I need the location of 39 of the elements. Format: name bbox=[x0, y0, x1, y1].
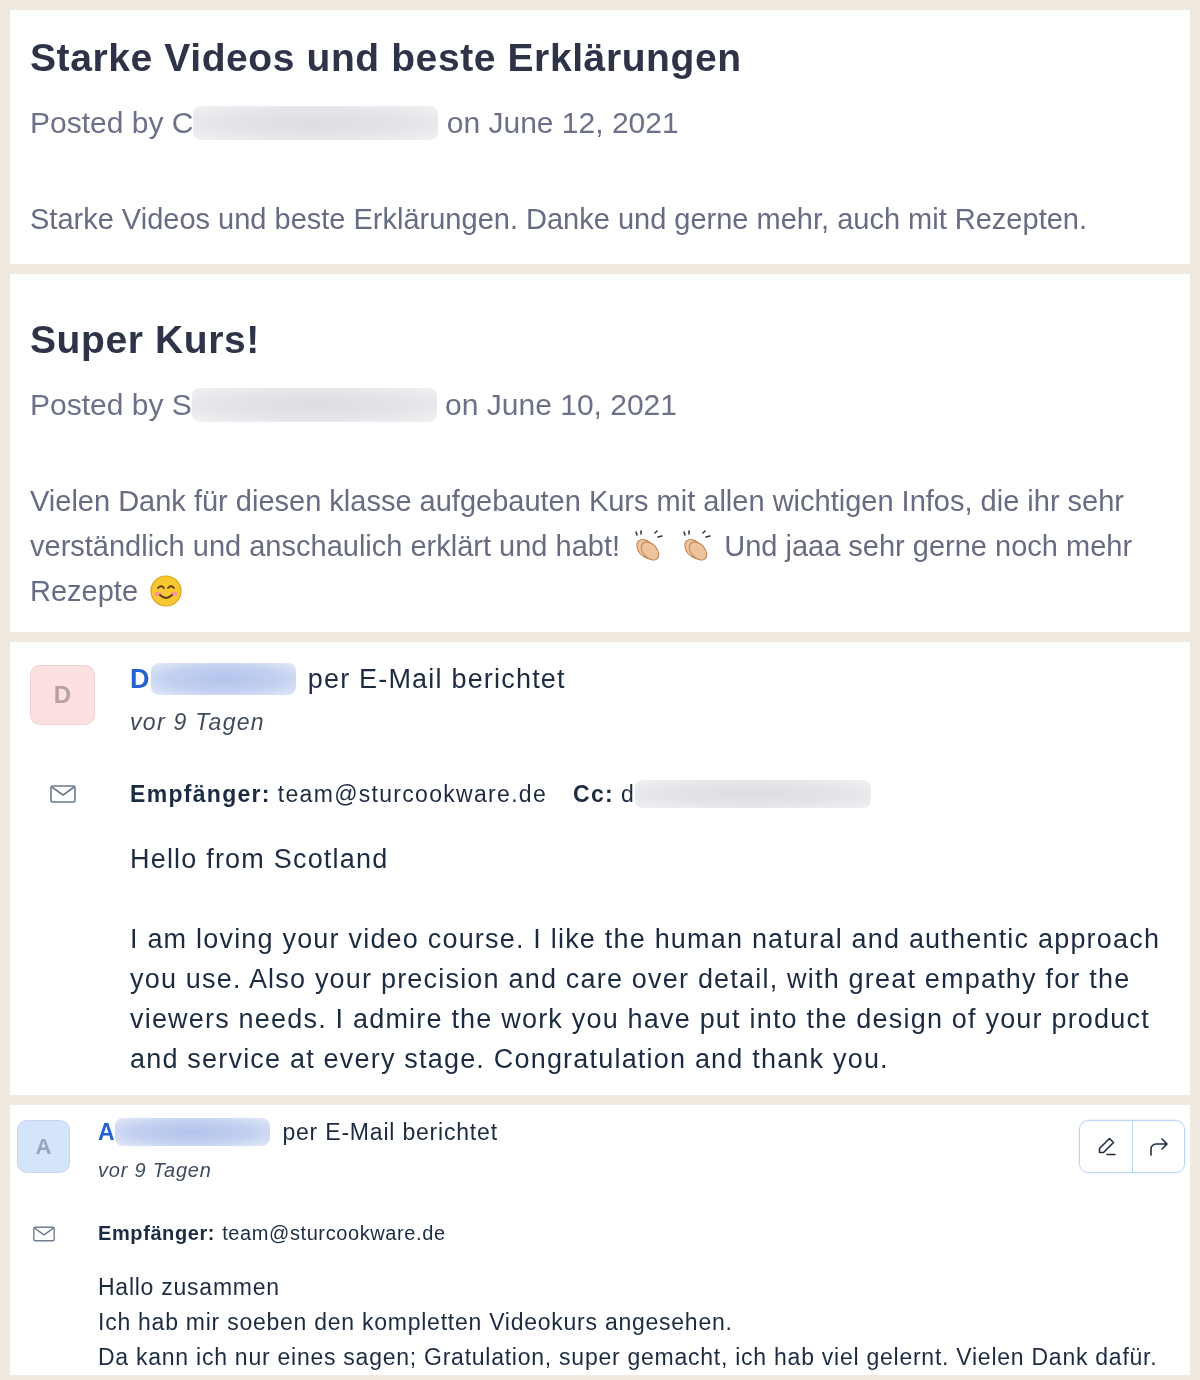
recipient-email: team@sturcookware.de bbox=[222, 1221, 446, 1246]
mail-icon bbox=[49, 785, 76, 803]
edit-button[interactable] bbox=[1080, 1121, 1132, 1172]
avatar: D bbox=[30, 665, 95, 725]
message-text: I am loving your video course. I like the human natural and authentic approach you use. Also your precision and care over detail, with great empathy for the viewers needs. I admire the work you have put into the design of your product and service at every stage. Congratulation and thank you. bbox=[130, 923, 1162, 1076]
review-text: Starke Videos und beste Erklärungen. Danke und gerne mehr, auch mit Rezepten. bbox=[30, 203, 1087, 235]
forward-button[interactable] bbox=[1132, 1121, 1184, 1172]
mail-icon bbox=[32, 1226, 55, 1242]
review-text: Vielen Dank für diesen klasse aufgebauten Kurs mit allen wichtigen Infos, die ihr sehr bbox=[30, 485, 1125, 517]
recipient-email: team@sturcookware.de bbox=[277, 780, 548, 809]
timestamp: vor 9 Tagen bbox=[130, 708, 266, 737]
timestamp: vor 9 Tagen bbox=[98, 1158, 213, 1183]
post-date: on June 12, 2021 bbox=[445, 105, 679, 141]
recipient-label: Cc: bbox=[573, 780, 614, 809]
posted-by-text: Posted by C bbox=[30, 105, 194, 141]
review-text: Und jaaa sehr gerne noch mehr bbox=[724, 530, 1133, 562]
message-text: Hello from Scotland bbox=[130, 843, 390, 876]
review-text: Rezepte bbox=[30, 575, 138, 607]
recipient-label: Empfänger: bbox=[130, 780, 271, 809]
recipient-email: d bbox=[621, 780, 636, 809]
message-text: Ich hab mir soeben den kompletten Videokurs angesehen. bbox=[98, 1308, 734, 1337]
pencil-icon bbox=[1096, 1137, 1116, 1156]
review-text: verständlich und anschaulich erklärt und habt! bbox=[30, 530, 621, 562]
clapping-hands-icon bbox=[680, 530, 713, 562]
avatar: A bbox=[17, 1120, 70, 1173]
message-text: Da kann ich nur eines sagen; Gratulation, super gemacht, ich hab viel gelernt. Vielen Dank dafür. bbox=[98, 1343, 1159, 1372]
clapping-hands-icon bbox=[632, 530, 665, 562]
review-title: Starke Videos und beste Erklärungen bbox=[30, 35, 743, 81]
report-label: per E-Mail berichtet bbox=[307, 663, 566, 696]
smiling-face-icon bbox=[150, 575, 183, 607]
recipient-label: Empfänger: bbox=[98, 1221, 216, 1246]
forward-arrow-icon bbox=[1148, 1137, 1169, 1156]
report-label: per E-Mail berichtet bbox=[282, 1118, 498, 1147]
post-date: on June 10, 2021 bbox=[444, 387, 677, 423]
posted-by-text: Posted by S bbox=[30, 387, 192, 423]
review-title: Super Kurs! bbox=[30, 317, 261, 363]
sender-name[interactable]: D bbox=[130, 661, 151, 697]
message-text: Hallo zusammen bbox=[98, 1273, 281, 1302]
sender-name[interactable]: A bbox=[98, 1117, 116, 1147]
